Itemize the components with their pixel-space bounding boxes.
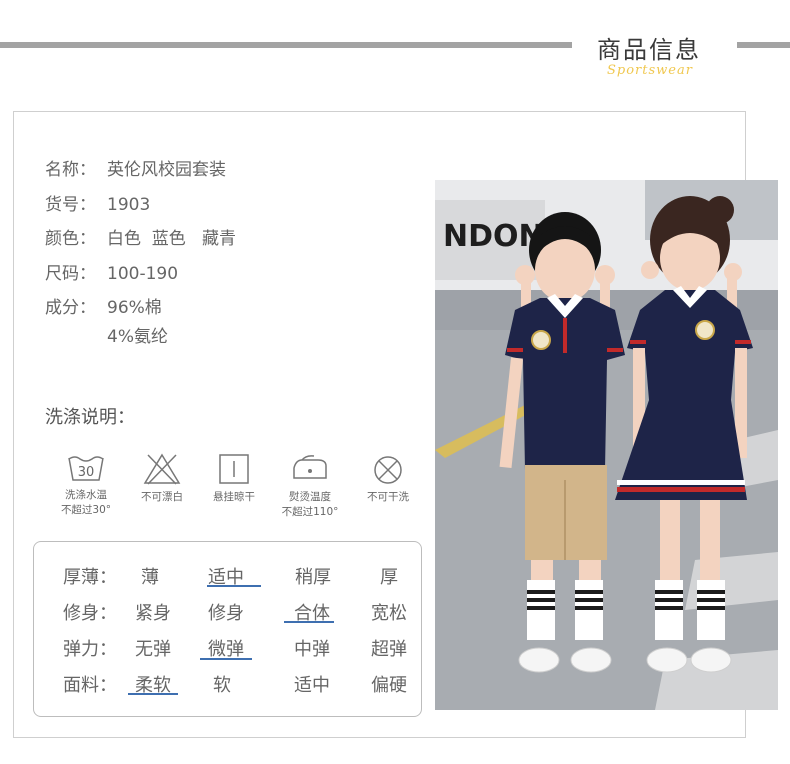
care-no-bleach: 不可漂白 <box>122 452 202 505</box>
spec-label: 成分： <box>45 298 96 318</box>
fit-option: 超弹 <box>371 639 407 660</box>
spec-name: 名称： 英伦风校园套装 <box>45 155 226 180</box>
fit-selected-underline <box>207 585 261 587</box>
care-caption: 洗涤水温 <box>65 489 107 501</box>
wash-30-icon: 30 <box>68 456 104 481</box>
fit-row-label: 修身： <box>63 603 117 624</box>
no-bleach-icon <box>143 453 181 485</box>
care-caption: 不超过30° <box>60 504 112 516</box>
care-caption: 不可干洗 <box>367 491 409 503</box>
section-subtitle: Sportswear <box>607 63 693 78</box>
no-dry-clean-icon <box>374 456 402 484</box>
fit-option: 中弹 <box>294 639 330 660</box>
spec-composition: 成分： 96%棉 <box>45 293 162 318</box>
care-caption: 不超过110° <box>281 506 339 518</box>
fit-selected-underline <box>200 658 252 660</box>
header-rule-left <box>0 42 572 48</box>
fit-option: 软 <box>213 675 231 696</box>
kids-uniform-illustration: NDONE <box>435 180 778 710</box>
washing-title: 洗涤说明： <box>45 407 135 428</box>
fit-option: 厚 <box>380 567 398 588</box>
fit-option: 紧身 <box>135 603 171 624</box>
fit-option: 宽松 <box>371 603 407 624</box>
care-hang-dry: 悬挂晾干 <box>194 452 274 505</box>
fit-option: 无弹 <box>135 639 171 660</box>
fit-row-label: 弹力： <box>63 639 117 660</box>
spec-item-number: 货号： 1903 <box>45 190 150 215</box>
fit-row-label: 面料： <box>63 675 117 696</box>
spec-composition-2: 4%氨纶 <box>107 327 168 347</box>
fit-option: 稍厚 <box>295 567 331 588</box>
care-no-dry-clean: 不可干洗 <box>348 452 428 505</box>
spec-label: 货号： <box>45 195 96 215</box>
spec-value: 1903 <box>107 195 151 215</box>
care-caption: 熨烫温度 <box>289 491 331 503</box>
spec-label: 名称： <box>45 160 96 180</box>
header-rule-right <box>737 42 790 48</box>
fit-option: 修身 <box>208 603 244 624</box>
fit-option: 适中 <box>294 675 330 696</box>
fit-selected-underline <box>284 621 334 623</box>
spec-value: 白色 蓝色 藏青 <box>107 229 237 249</box>
wash-temp-number: 30 <box>78 465 95 480</box>
spec-label: 尺码： <box>45 264 96 284</box>
care-caption: 不可漂白 <box>141 491 183 503</box>
spec-size: 尺码： 100-190 <box>45 259 178 284</box>
spec-value: 96%棉 <box>107 298 162 318</box>
section-title: 商品信息 <box>597 36 701 64</box>
spec-color: 颜色： 白色 蓝色 藏青 <box>45 224 236 249</box>
care-iron: 熨烫温度不超过110° <box>270 452 350 520</box>
spec-value: 英伦风校园套装 <box>107 160 226 180</box>
fit-row-label: 厚薄： <box>63 567 117 588</box>
care-wash-30: 30 洗涤水温不超过30° <box>46 452 126 518</box>
iron-icon <box>293 455 327 479</box>
hang-dry-icon <box>219 454 249 484</box>
fit-selected-underline <box>128 693 178 695</box>
spec-value: 100-190 <box>107 264 179 284</box>
spec-label: 颜色： <box>45 229 96 249</box>
product-photo: NDONE <box>435 180 778 710</box>
care-caption: 悬挂晾干 <box>213 491 255 503</box>
fit-option: 薄 <box>141 567 159 588</box>
fit-option: 偏硬 <box>371 675 407 696</box>
